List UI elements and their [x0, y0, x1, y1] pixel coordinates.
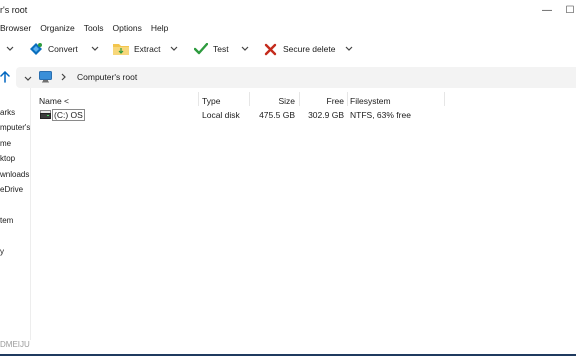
- folder-icon: [113, 44, 129, 55]
- row-name[interactable]: (C:) OS: [52, 109, 85, 121]
- file-list: Name < Type Size Free Filesystem (C:) OS…: [31, 88, 576, 340]
- test-label: Test: [213, 44, 229, 54]
- up-button[interactable]: [0, 70, 10, 85]
- secure-delete-button[interactable]: Secure delete: [264, 36, 335, 62]
- row-free: 302.9 GB: [308, 110, 344, 120]
- status-bar: DMEIJU: [0, 340, 576, 356]
- window-title: r's root: [0, 5, 28, 15]
- delete-x-icon: [264, 43, 277, 55]
- convert-label: Convert: [48, 44, 78, 54]
- extract-button[interactable]: Extract: [112, 36, 160, 62]
- convert-button[interactable]: Convert: [29, 36, 78, 62]
- nav-item-computers-root[interactable]: mputer's: [0, 123, 30, 132]
- computer-icon: [39, 71, 52, 85]
- chevron-down-icon: [241, 46, 249, 51]
- column-header-name[interactable]: Name <: [39, 96, 69, 106]
- column-header-filesystem[interactable]: Filesystem: [350, 96, 391, 106]
- column-header-size[interactable]: Size: [253, 96, 295, 106]
- extract-dropdown[interactable]: [169, 44, 179, 54]
- status-text: DMEIJU: [0, 340, 30, 349]
- extract-label: Extract: [134, 44, 161, 54]
- nav-item-home[interactable]: me: [0, 139, 11, 148]
- address-field[interactable]: Computer's root: [16, 67, 576, 88]
- chevron-down-icon: [170, 46, 178, 51]
- address-bar: Computer's root: [0, 67, 576, 88]
- nav-item-desktop[interactable]: ktop: [0, 154, 15, 163]
- chevron-down-icon: [24, 76, 32, 81]
- chevron-down-icon[interactable]: [5, 44, 15, 54]
- address-path: Computer's root: [77, 72, 138, 82]
- menu-organize[interactable]: Organize: [40, 23, 75, 33]
- nav-item-downloads[interactable]: wnloads: [0, 170, 29, 179]
- chevron-right-icon[interactable]: [61, 73, 67, 83]
- test-button[interactable]: Test: [194, 36, 229, 62]
- toolbar: Convert Extract Test Secure delete: [0, 36, 576, 62]
- secure-delete-dropdown[interactable]: [344, 44, 354, 54]
- navigation-pane: arks mputer's me ktop wnloads eDrive tem…: [0, 88, 31, 340]
- checkmark-icon: [194, 43, 208, 55]
- title-bar: r's root — ☐: [0, 0, 576, 20]
- menu-bar: Browser Organize Tools Options Help: [0, 20, 576, 35]
- chevron-down-icon: [91, 46, 99, 51]
- convert-dropdown[interactable]: [90, 44, 100, 54]
- column-divider[interactable]: [444, 92, 445, 106]
- maximize-button[interactable]: ☐: [562, 3, 576, 17]
- convert-icon: [30, 43, 42, 55]
- minimize-icon: —: [542, 4, 552, 16]
- drive-icon: [40, 110, 51, 121]
- menu-tools[interactable]: Tools: [84, 23, 104, 33]
- secure-delete-label: Secure delete: [283, 44, 336, 54]
- menu-options[interactable]: Options: [113, 23, 142, 33]
- nav-item-history[interactable]: y: [0, 247, 4, 256]
- column-divider[interactable]: [347, 92, 348, 106]
- column-header-type[interactable]: Type: [202, 96, 220, 106]
- test-dropdown[interactable]: [240, 44, 250, 54]
- nav-item-onedrive[interactable]: eDrive: [0, 185, 23, 194]
- column-header-free[interactable]: Free: [303, 96, 344, 106]
- history-dropdown[interactable]: [24, 74, 32, 84]
- up-arrow-icon: [0, 70, 10, 83]
- column-divider[interactable]: [299, 92, 300, 106]
- menu-help[interactable]: Help: [151, 23, 168, 33]
- column-divider[interactable]: [249, 92, 250, 106]
- minimize-button[interactable]: —: [539, 3, 555, 17]
- row-filesystem: NTFS, 63% free: [350, 110, 411, 120]
- row-size: 475.5 GB: [259, 110, 295, 120]
- menu-browser[interactable]: Browser: [0, 23, 31, 33]
- maximize-icon: ☐: [565, 4, 575, 16]
- column-divider[interactable]: [198, 92, 199, 106]
- row-type: Local disk: [202, 110, 240, 120]
- nav-item-system[interactable]: tem: [0, 216, 13, 225]
- chevron-down-icon: [345, 46, 353, 51]
- nav-item-bookmarks[interactable]: arks: [0, 108, 15, 117]
